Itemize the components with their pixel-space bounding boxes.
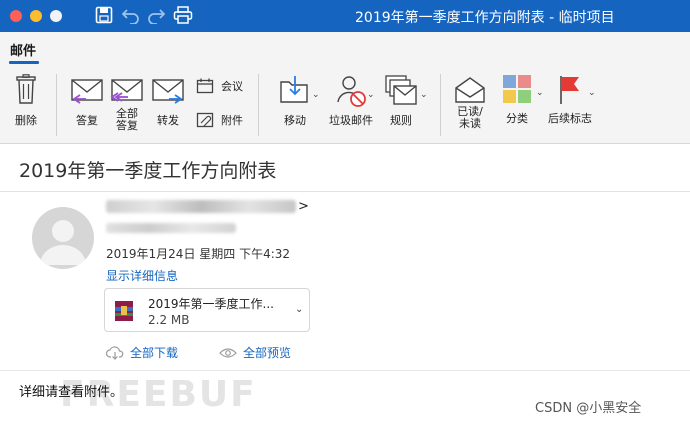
trash-icon xyxy=(16,74,36,104)
sender-avatar xyxy=(32,207,94,269)
print-icon[interactable] xyxy=(173,6,193,26)
close-window-button[interactable] xyxy=(10,10,22,22)
follow-up-button[interactable]: 后续标志 xyxy=(545,74,595,125)
ribbon-toolbar: 删除 答复 全部 答复 转发 会议 附件 移动 ⌄ 垃圾邮件 ⌄ 规则 ⌄ 已读… xyxy=(0,66,690,144)
junk-label: 垃圾邮件 xyxy=(329,114,373,127)
delete-label: 删除 xyxy=(15,114,37,127)
zoom-window-button[interactable] xyxy=(50,10,62,22)
categorize-button[interactable]: 分类 xyxy=(497,74,537,125)
calendar-icon xyxy=(196,78,214,94)
follow-up-label: 后续标志 xyxy=(548,112,592,125)
attachment-size: 2.2 MB xyxy=(148,313,190,327)
forward-button[interactable]: 转发 xyxy=(151,78,185,127)
divider xyxy=(0,191,690,192)
sender-name-redacted xyxy=(106,200,296,213)
email-date: 2019年1月24日 星期四 下午4:32 xyxy=(106,247,291,261)
rules-icon xyxy=(385,75,417,105)
junk-icon xyxy=(337,76,366,107)
attachment-name: 2019年第一季度工作... xyxy=(148,297,274,311)
reply-all-button[interactable]: 全部 答复 xyxy=(110,78,144,132)
reply-all-icon xyxy=(110,79,143,102)
show-details-link[interactable]: 显示详细信息 xyxy=(106,267,178,284)
undo-icon[interactable] xyxy=(121,6,141,26)
meeting-button[interactable]: 会议 xyxy=(193,78,243,94)
attachment-label: 附件 xyxy=(221,114,243,127)
open-envelope-icon xyxy=(455,77,485,103)
ribbon-divider xyxy=(440,74,441,136)
divider xyxy=(0,370,690,371)
forward-label: 转发 xyxy=(157,114,179,127)
email-body: 详细请查看附件。 xyxy=(19,385,124,400)
rules-dropdown-icon[interactable]: ⌄ xyxy=(420,90,428,100)
move-button[interactable]: 移动 xyxy=(276,74,314,127)
rules-button[interactable]: 规则 xyxy=(382,74,420,127)
reply-icon xyxy=(71,79,103,104)
categorize-icon xyxy=(503,75,531,103)
forward-icon xyxy=(152,79,184,104)
window-title: 2019年第一季度工作方向附表 - 临时项目 xyxy=(355,10,615,26)
ribbon-divider xyxy=(258,74,259,136)
flag-icon xyxy=(560,76,579,104)
recipient-redacted xyxy=(106,223,236,233)
title-bar: 2019年第一季度工作方向附表 - 临时项目 xyxy=(0,0,690,32)
csdn-watermark: CSDN @小黑安全 xyxy=(535,401,642,416)
eye-icon xyxy=(219,347,237,358)
meeting-label: 会议 xyxy=(221,80,243,93)
delete-button[interactable]: 删除 xyxy=(11,74,41,127)
reply-label: 答复 xyxy=(76,114,98,127)
sender-address-end: > xyxy=(298,199,309,214)
email-subject: 2019年第一季度工作方向附表 xyxy=(19,160,277,182)
categorize-label: 分类 xyxy=(506,112,528,125)
chevron-down-icon[interactable]: ⌄ xyxy=(295,304,303,315)
person-icon xyxy=(40,220,86,265)
cloud-download-icon xyxy=(106,345,124,360)
active-tab-indicator xyxy=(9,61,39,64)
move-label: 移动 xyxy=(284,114,306,127)
ribbon-tab-row: 邮件 xyxy=(0,32,690,66)
read-unread-button[interactable]: 已读/ 未读 xyxy=(454,76,486,130)
reply-all-label: 全部 答复 xyxy=(116,107,138,132)
ribbon-divider xyxy=(56,74,57,136)
preview-all-label: 全部预览 xyxy=(243,346,292,360)
tab-mail[interactable]: 邮件 xyxy=(10,40,36,59)
categorize-dropdown-icon[interactable]: ⌄ xyxy=(536,88,544,98)
minimize-window-button[interactable] xyxy=(30,10,42,22)
rules-label: 规则 xyxy=(390,114,412,127)
preview-all-button[interactable]: 全部预览 xyxy=(219,344,291,361)
follow-up-dropdown-icon[interactable]: ⌄ xyxy=(588,88,596,98)
download-all-label: 全部下载 xyxy=(130,346,179,360)
archive-file-icon xyxy=(115,301,133,321)
download-all-button[interactable]: 全部下载 xyxy=(106,344,178,361)
read-unread-label: 已读/ 未读 xyxy=(457,105,483,130)
attachment-button[interactable]: 附件 xyxy=(193,112,243,128)
move-dropdown-icon[interactable]: ⌄ xyxy=(312,90,320,100)
reply-button[interactable]: 答复 xyxy=(70,78,104,127)
junk-dropdown-icon[interactable]: ⌄ xyxy=(367,90,375,100)
move-folder-icon xyxy=(280,76,308,103)
attachment-card[interactable]: 2019年第一季度工作... 2.2 MB ⌄ xyxy=(104,288,310,332)
paperclip-box-icon xyxy=(196,112,214,128)
save-icon[interactable] xyxy=(95,6,115,26)
redo-icon[interactable] xyxy=(146,6,166,26)
junk-button[interactable]: 垃圾邮件 xyxy=(326,74,376,127)
